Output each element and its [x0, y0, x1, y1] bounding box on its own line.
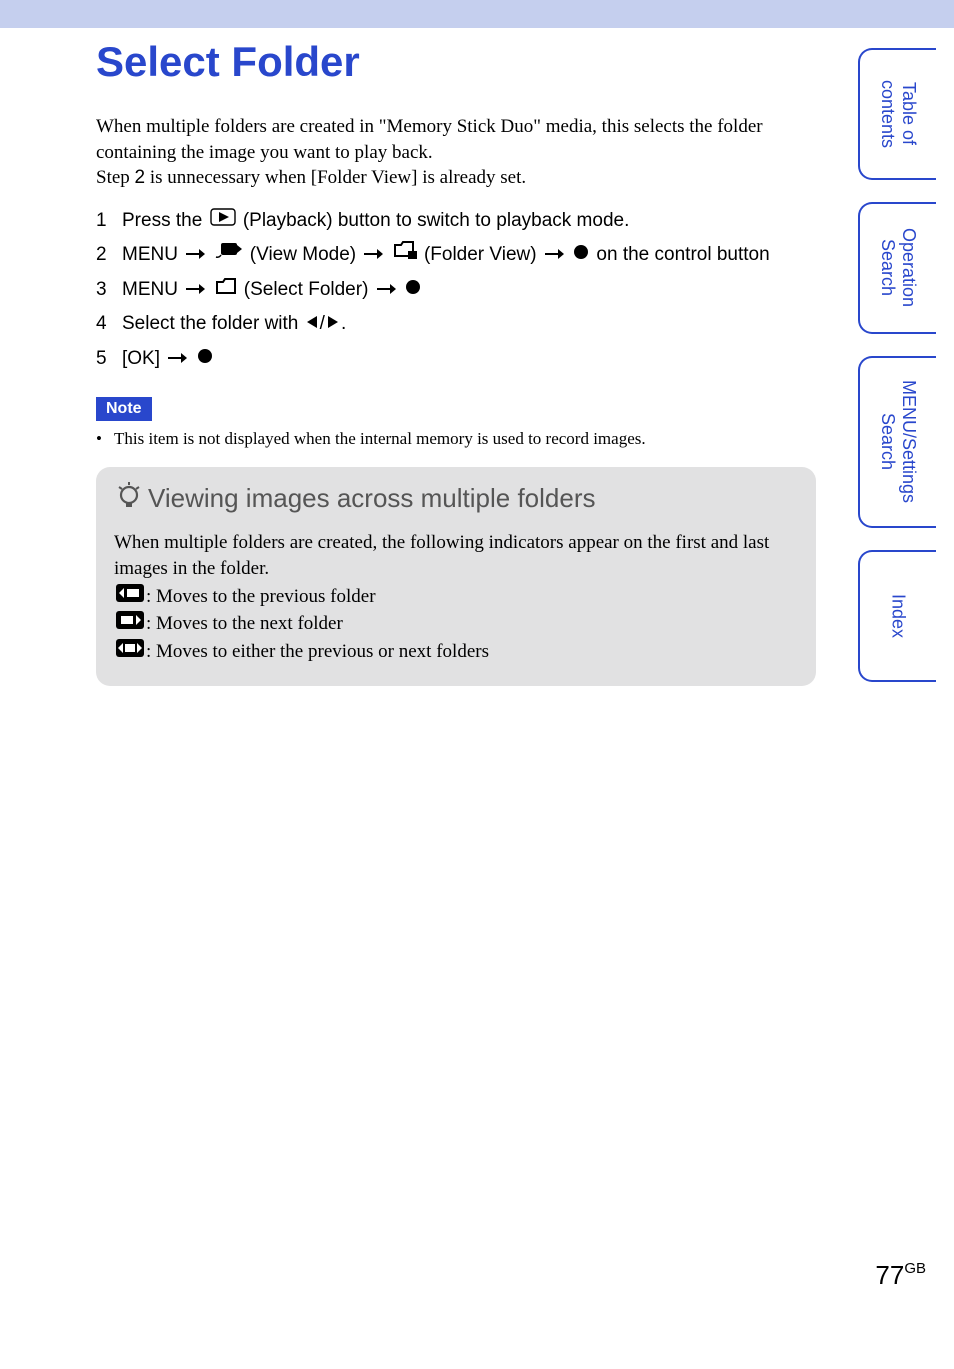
tip-line-text: : Moves to the previous folder: [146, 584, 376, 610]
right-arrow-icon: [327, 308, 339, 340]
both-folder-indicator-icon: [116, 639, 144, 665]
note-item: • This item is not displayed when the in…: [96, 429, 816, 449]
intro-line2a: Step: [96, 167, 135, 188]
center-button-icon: [197, 343, 213, 375]
tip-intro: When multiple folders are created, the f…: [114, 530, 798, 581]
step-1: 1 Press the (Playback) button to switch …: [96, 205, 816, 237]
tip-line-text: : Moves to either the previous or next f…: [146, 639, 489, 665]
main-content: Select Folder When multiple folders are …: [96, 38, 816, 686]
note-block: Note • This item is not displayed when t…: [96, 397, 816, 449]
tip-title-text: Viewing images across multiple folders: [148, 483, 596, 514]
intro-text: When multiple folders are created in "Me…: [96, 114, 816, 191]
tip-lightbulb-icon: [116, 481, 142, 516]
note-label: Note: [96, 397, 152, 421]
playback-icon: [210, 205, 236, 237]
step-2: 2 MENU (View Mode) (Folder View) on the …: [96, 239, 816, 271]
step-1-b: (Playback) button to switch to playback …: [243, 210, 630, 231]
tab-table-of-contents[interactable]: Table of contents: [858, 48, 936, 180]
note-text: This item is not displayed when the inte…: [114, 429, 646, 449]
step-number: 2: [96, 239, 122, 271]
arrow-right-icon: [185, 239, 205, 271]
tip-line-both: : Moves to either the previous or next f…: [114, 639, 798, 665]
step-number: 5: [96, 343, 122, 375]
step-5: 5 [OK]: [96, 343, 816, 375]
tab-index[interactable]: Index: [858, 550, 936, 682]
side-tabs: Table of contents Operation Search MENU/…: [858, 48, 936, 704]
step-number: 1: [96, 205, 122, 237]
arrow-right-icon: [185, 274, 205, 306]
intro-line2-num: 2: [135, 167, 146, 188]
arrow-right-icon: [376, 274, 396, 306]
step-5-a: [OK]: [122, 348, 165, 369]
page-number-suffix: GB: [904, 1260, 926, 1277]
tip-box: Viewing images across multiple folders W…: [96, 467, 816, 686]
tab-label: MENU/Settings Search: [877, 366, 919, 517]
step-text: [OK]: [122, 343, 816, 375]
arrow-right-icon: [167, 343, 187, 375]
page-number: 77GB: [875, 1260, 926, 1291]
step-2-d: on the control button: [596, 245, 769, 266]
step-text: Press the (Playback) button to switch to…: [122, 205, 816, 237]
bullet-icon: •: [96, 429, 114, 449]
step-3-b: (Select Folder): [244, 279, 374, 300]
step-text: Select the folder with /.: [122, 308, 816, 340]
next-folder-indicator-icon: [116, 611, 144, 637]
step-4-b: .: [341, 314, 346, 335]
step-list: 1 Press the (Playback) button to switch …: [96, 205, 816, 375]
step-2-c: (Folder View): [424, 245, 542, 266]
prev-folder-indicator-icon: [116, 584, 144, 610]
tab-operation-search[interactable]: Operation Search: [858, 202, 936, 334]
step-number: 4: [96, 308, 122, 340]
folder-view-icon: [393, 239, 417, 271]
tab-label: Table of contents: [877, 66, 919, 162]
step-4-a: Select the folder with: [122, 314, 304, 335]
tip-body: When multiple folders are created, the f…: [114, 530, 798, 664]
step-text: MENU (Select Folder): [122, 274, 816, 306]
center-button-icon: [405, 274, 421, 306]
tip-line-prev: : Moves to the previous folder: [114, 584, 798, 610]
view-mode-icon: [215, 239, 243, 271]
tip-title-row: Viewing images across multiple folders: [114, 481, 798, 516]
step-3: 3 MENU (Select Folder): [96, 274, 816, 306]
step-2-a: MENU: [122, 245, 183, 266]
left-arrow-icon: [306, 308, 318, 340]
page-number-value: 77: [875, 1260, 904, 1290]
page-title: Select Folder: [96, 38, 816, 86]
header-band: [0, 0, 954, 28]
tip-line-text: : Moves to the next folder: [146, 611, 343, 637]
step-number: 3: [96, 274, 122, 306]
arrow-right-icon: [544, 239, 564, 271]
intro-line2b: is unnecessary when [Folder View] is alr…: [145, 167, 526, 188]
intro-line1: When multiple folders are created in "Me…: [96, 116, 763, 163]
step-2-b: (View Mode): [250, 245, 362, 266]
step-text: MENU (View Mode) (Folder View) on the co…: [122, 239, 816, 271]
tab-menu-settings-search[interactable]: MENU/Settings Search: [858, 356, 936, 528]
step-4: 4 Select the folder with /.: [96, 308, 816, 340]
step-3-a: MENU: [122, 279, 183, 300]
tab-label: Operation Search: [877, 214, 919, 321]
tip-line-next: : Moves to the next folder: [114, 611, 798, 637]
tab-label: Index: [888, 580, 909, 652]
center-button-icon: [573, 239, 589, 271]
arrow-right-icon: [363, 239, 383, 271]
step-1-a: Press the: [122, 210, 208, 231]
folder-icon: [215, 274, 237, 306]
